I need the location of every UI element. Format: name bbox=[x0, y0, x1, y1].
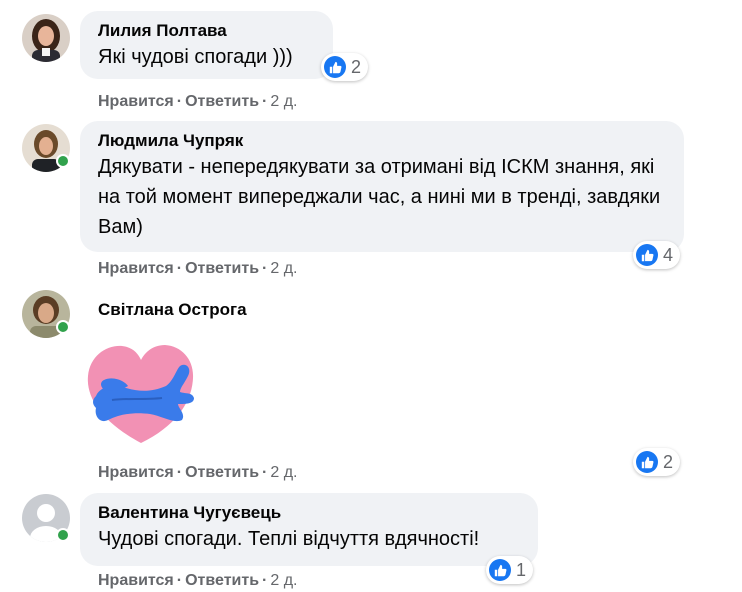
avatar[interactable] bbox=[22, 14, 70, 62]
comment-actions: Нравится · Ответить · 2 д. bbox=[98, 572, 298, 589]
comment-text: Чудові спогади. Теплі відчуття вдячності… bbox=[98, 528, 480, 550]
comment-bubble: Людмила Чупряк Дякувати - непередякувати… bbox=[80, 121, 684, 252]
like-link[interactable]: Нравится bbox=[98, 572, 174, 589]
comment-author[interactable]: Світлана Острога bbox=[98, 299, 247, 321]
comment-bubble: Валентина Чугуєвець Чудові спогади. Тепл… bbox=[80, 493, 538, 566]
like-icon bbox=[636, 244, 658, 266]
reaction-count[interactable]: 2 bbox=[321, 53, 369, 81]
comment-author[interactable]: Людмила Чупряк bbox=[98, 130, 666, 152]
comment-timestamp[interactable]: 2 д. bbox=[270, 260, 297, 277]
comment-actions: Нравится · Ответить · 2 д. bbox=[98, 93, 298, 110]
like-icon bbox=[636, 451, 658, 473]
reaction-count[interactable]: 4 bbox=[633, 241, 681, 269]
comment-actions: Нравится · Ответить · 2 д. bbox=[98, 464, 298, 481]
like-link[interactable]: Нравится bbox=[98, 260, 174, 277]
comment-timestamp[interactable]: 2 д. bbox=[270, 93, 297, 110]
comment-bubble: Лилия Полтава Які чудові спогади ))) bbox=[80, 11, 333, 79]
comment-author[interactable]: Валентина Чугуєвець bbox=[98, 502, 520, 524]
like-icon bbox=[324, 56, 346, 78]
comment-timestamp[interactable]: 2 д. bbox=[270, 464, 297, 481]
reply-link[interactable]: Ответить bbox=[185, 260, 259, 277]
heart-hug-sticker[interactable] bbox=[82, 340, 200, 450]
comment-text: Які чудові спогади ))) bbox=[98, 46, 293, 68]
like-link[interactable]: Нравится bbox=[98, 93, 174, 110]
online-indicator bbox=[56, 154, 70, 168]
comment-text: Дякувати - непередякувати за отримані ві… bbox=[98, 156, 661, 238]
like-icon bbox=[489, 559, 511, 581]
reply-link[interactable]: Ответить bbox=[185, 93, 259, 110]
comment-timestamp[interactable]: 2 д. bbox=[270, 572, 297, 589]
reaction-count[interactable]: 2 bbox=[633, 448, 681, 476]
comment-author[interactable]: Лилия Полтава bbox=[98, 20, 315, 42]
reply-link[interactable]: Ответить bbox=[185, 572, 259, 589]
comment-actions: Нравится · Ответить · 2 д. bbox=[98, 260, 298, 277]
online-indicator bbox=[56, 528, 70, 542]
online-indicator bbox=[56, 320, 70, 334]
reply-link[interactable]: Ответить bbox=[185, 464, 259, 481]
like-link[interactable]: Нравится bbox=[98, 464, 174, 481]
reaction-count[interactable]: 1 bbox=[486, 556, 534, 584]
